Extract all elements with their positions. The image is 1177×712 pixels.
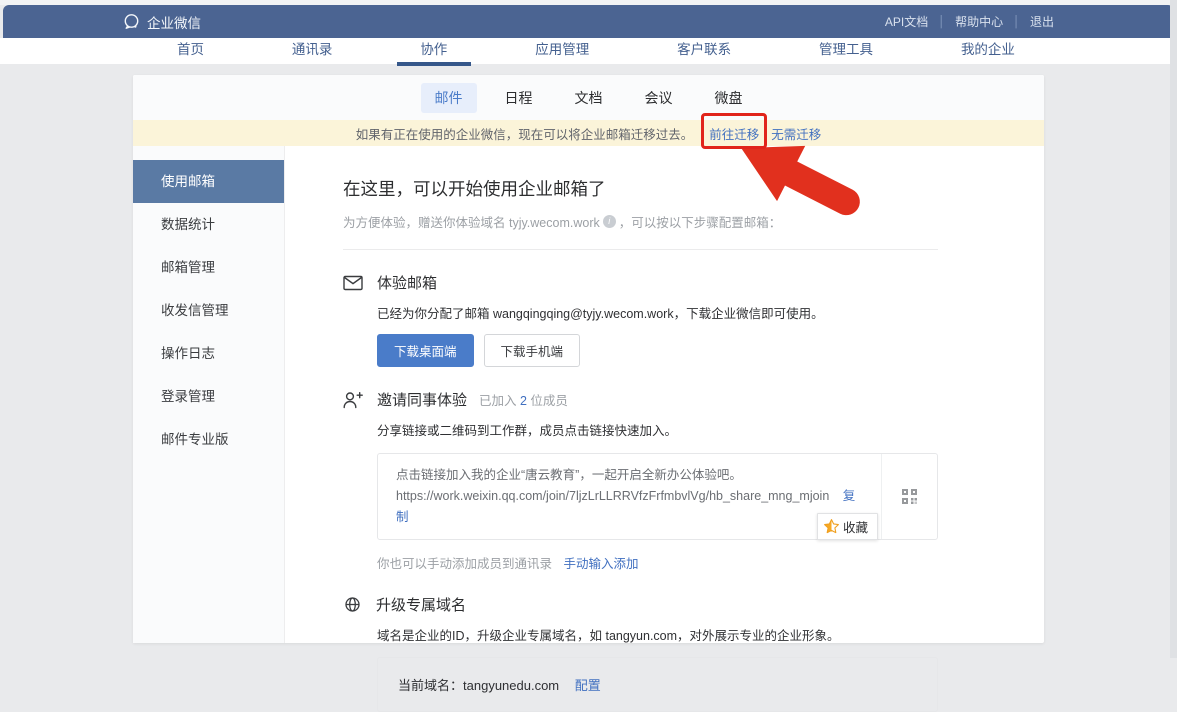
section-trial-mailbox: 体验邮箱 已经为你分配了邮箱 wangqingqing@tyjy.wecom.w… [343, 272, 938, 367]
chat-bubble-icon [123, 13, 140, 30]
section-invite: 邀请同事体验 已加入 2 位成员 分享链接或二维码到工作群，成员点击链接快速加入… [343, 389, 938, 572]
nav-item-collaboration[interactable]: 协作 [418, 38, 449, 64]
api-docs-link[interactable]: API文档 [885, 13, 928, 30]
go-migrate-link[interactable]: 前往迁移 [709, 128, 759, 142]
manual-add-row: 你也可以手动添加成员到通讯录 手动输入添加 [377, 553, 938, 572]
sidebar-item-mail-pro[interactable]: 邮件专业版 [133, 418, 284, 461]
content-card: 邮件 日程 文档 会议 微盘 如果有正在使用的企业微信，现在可以将企业邮箱迁移过… [133, 75, 1044, 643]
sidebar-item-use-mailbox[interactable]: 使用邮箱 [133, 160, 284, 203]
nav-item-my-company[interactable]: 我的企业 [959, 38, 1017, 64]
favorite-badge-label: 收藏 [843, 517, 868, 536]
invite-meta-prefix: 已加入 [479, 394, 520, 408]
migration-notice-bar: 如果有正在使用的企业微信，现在可以将企业邮箱迁移过去。 前往迁移 无需迁移 [133, 120, 1044, 146]
tab-mail[interactable]: 邮件 [421, 83, 477, 113]
invite-desc: 分享链接或二维码到工作群，成员点击链接快速加入。 [377, 420, 938, 439]
logout-link[interactable]: 退出 [1030, 13, 1054, 30]
current-domain-label: 当前域名： [398, 678, 463, 693]
tab-calendar[interactable]: 日程 [491, 83, 547, 113]
invite-member-count: 2 [520, 394, 527, 408]
main-nav: 首页 通讯录 协作 应用管理 客户联系 管理工具 我的企业 [0, 38, 1177, 64]
invite-member-meta: 已加入 2 位成员 [479, 390, 568, 409]
section-title-invite: 邀请同事体验 [377, 389, 467, 410]
nav-item-home[interactable]: 首页 [175, 38, 206, 64]
divider: │ [938, 16, 945, 28]
manual-add-link[interactable]: 手动输入添加 [564, 557, 639, 571]
sidebar-item-send-receive-mgmt[interactable]: 收发信管理 [133, 289, 284, 332]
tab-meeting[interactable]: 会议 [631, 83, 687, 113]
tab-docs[interactable]: 文档 [561, 83, 617, 113]
page-title: 在这里，可以开始使用企业邮箱了 [343, 176, 996, 201]
invite-meta-suffix: 位成员 [527, 394, 568, 408]
share-invite-text: 点击链接加入我的企业“唐云教育”，一起开启全新办公体验吧。 [396, 465, 865, 486]
mail-icon [343, 275, 363, 291]
sidebar-item-login-mgmt[interactable]: 登录管理 [133, 375, 284, 418]
download-desktop-button[interactable]: 下载桌面端 [377, 334, 474, 367]
migration-notice-text: 如果有正在使用的企业微信，现在可以将企业邮箱迁移过去。 [356, 124, 694, 143]
app-logo[interactable]: 企业微信 [123, 12, 201, 32]
page-subtitle-prefix: 为方便体验，赠送你体验域名 tyjy.wecom.work [343, 212, 600, 231]
help-center-link[interactable]: 帮助中心 [955, 13, 1003, 30]
qr-code-icon [901, 488, 918, 505]
skip-migrate-link[interactable]: 无需迁移 [771, 124, 821, 143]
current-domain-value: tangyunedu.com [463, 678, 559, 693]
sidebar-item-statistics[interactable]: 数据统计 [133, 203, 284, 246]
mail-sidebar: 使用邮箱 数据统计 邮箱管理 收发信管理 操作日志 登录管理 邮件专业版 [133, 146, 285, 643]
collab-tabs: 邮件 日程 文档 会议 微盘 [133, 75, 1044, 120]
domain-desc: 域名是企业的ID，升级企业专属域名，如 tangyun.com，对外展示专业的企… [377, 625, 938, 644]
configure-domain-link[interactable]: 配置 [575, 678, 601, 693]
nav-item-contacts[interactable]: 通讯录 [290, 38, 335, 64]
divider [343, 249, 938, 250]
sidebar-item-operation-log[interactable]: 操作日志 [133, 332, 284, 375]
nav-item-customers[interactable]: 客户联系 [675, 38, 733, 64]
star-icon [823, 518, 840, 535]
divider: │ [1013, 16, 1020, 28]
topbar: 企业微信 API文档 │ 帮助中心 │ 退出 [3, 5, 1174, 38]
nav-item-tools[interactable]: 管理工具 [817, 38, 875, 64]
section-domain: 升级专属域名 域名是企业的ID，升级企业专属域名，如 tangyun.com，对… [343, 594, 938, 712]
favorite-badge[interactable]: 收藏 [817, 513, 878, 540]
manual-add-text: 你也可以手动添加成员到通讯录 [377, 557, 552, 571]
share-url-line: https://work.weixin.qq.com/join/7ljzLrLL… [396, 486, 865, 528]
nav-item-apps[interactable]: 应用管理 [533, 38, 591, 64]
main-content: 在这里，可以开始使用企业邮箱了 为方便体验，赠送你体验域名 tyjy.wecom… [285, 146, 1044, 643]
app-logo-label: 企业微信 [147, 12, 201, 32]
sidebar-item-mailbox-mgmt[interactable]: 邮箱管理 [133, 246, 284, 289]
section-title-domain: 升级专属域名 [376, 594, 466, 615]
qr-code-button[interactable] [881, 454, 937, 539]
page-subtitle: 为方便体验，赠送你体验域名 tyjy.wecom.work i ，可以按以下步骤… [343, 212, 996, 231]
info-icon[interactable]: i [603, 215, 616, 228]
section-title-trial-mailbox: 体验邮箱 [377, 272, 437, 293]
download-mobile-button[interactable]: 下载手机端 [484, 334, 581, 367]
scrollbar-track[interactable] [1170, 0, 1177, 658]
invite-user-icon [343, 391, 363, 409]
globe-icon [343, 595, 362, 614]
page-subtitle-suffix: ，可以按以下步骤配置邮箱： [619, 212, 782, 231]
tab-drive[interactable]: 微盘 [701, 83, 757, 113]
current-domain-box: 当前域名：tangyunedu.com 配置 [377, 657, 938, 712]
topbar-links: API文档 │ 帮助中心 │ 退出 [885, 13, 1054, 30]
trial-mailbox-desc: 已经为你分配了邮箱 wangqingqing@tyjy.wecom.work，下… [377, 303, 938, 322]
share-url: https://work.weixin.qq.com/join/7ljzLrLL… [396, 489, 829, 503]
